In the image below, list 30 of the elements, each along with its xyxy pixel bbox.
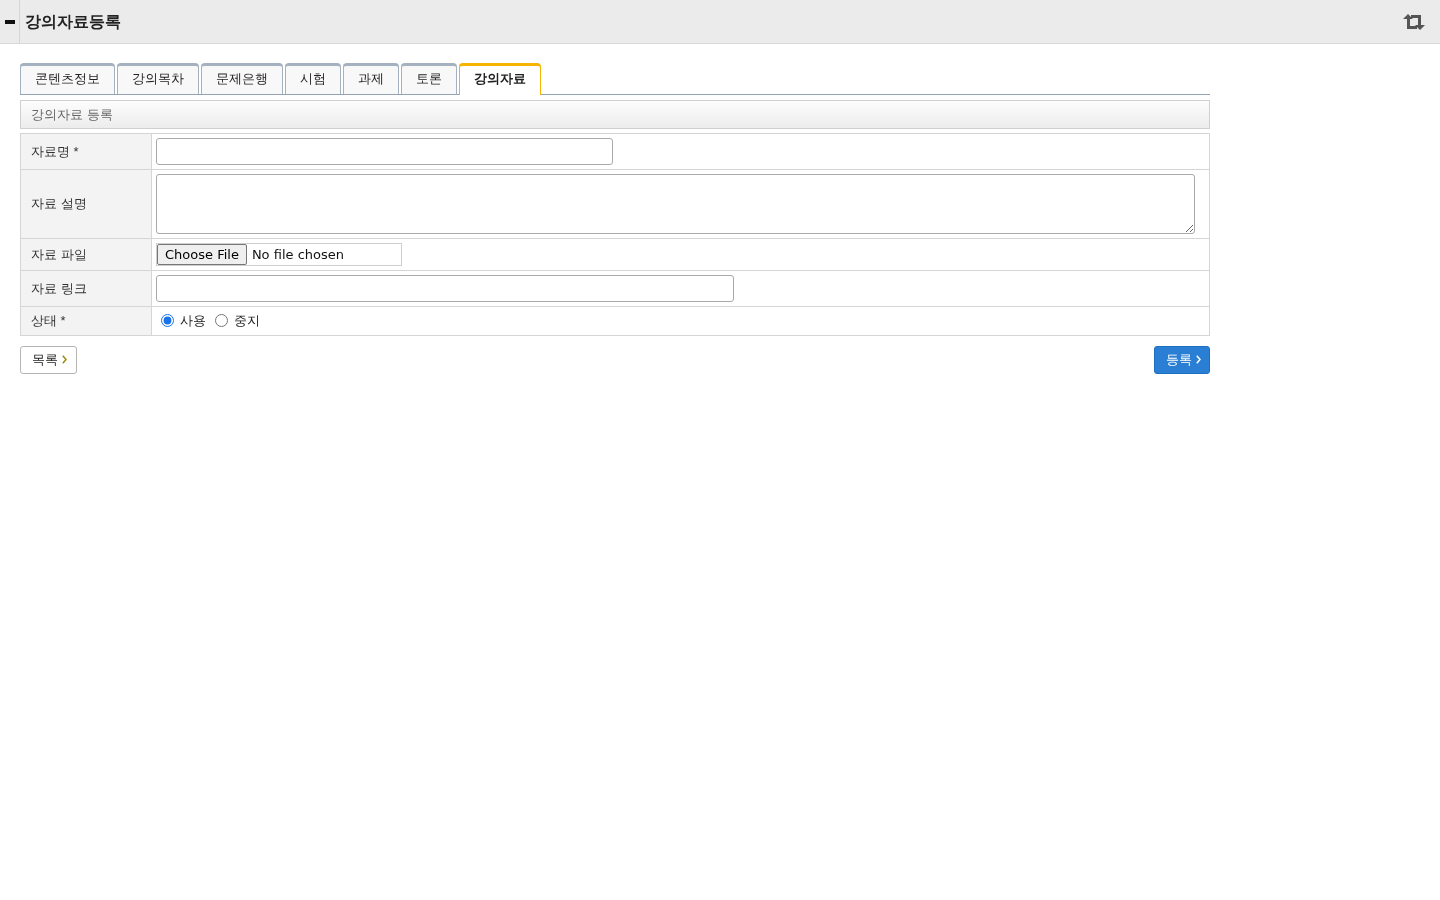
tab[interactable]: 토론 — [401, 63, 457, 94]
radio-button[interactable] — [161, 314, 174, 328]
list-button[interactable]: 목록 — [20, 345, 77, 374]
input-field[interactable] — [156, 275, 734, 302]
radio-label: 사용 — [180, 312, 206, 330]
section-header: 강의자료 등록 — [20, 100, 1210, 129]
field-label: 자료 링크 — [31, 279, 87, 298]
tab[interactable]: 시험 — [285, 63, 341, 94]
tab[interactable]: 콘텐츠정보 — [20, 63, 115, 94]
input-field[interactable] — [156, 138, 613, 165]
tab[interactable]: 강의자료 — [459, 63, 541, 95]
field-label: 자료명 * — [31, 142, 79, 161]
text-area[interactable] — [156, 174, 1195, 234]
field-label: 자료 설명 — [31, 195, 87, 214]
tab[interactable]: 과제 — [343, 63, 399, 94]
page-title: 강의자료등록 — [24, 11, 122, 32]
file-status: No file chosen — [250, 245, 344, 264]
field-label: 상태 * — [31, 312, 66, 330]
minus-icon[interactable] — [4, 19, 15, 24]
file-field[interactable]: Choose File No file chosen — [156, 243, 402, 266]
radio-button[interactable] — [215, 314, 228, 328]
chevron-right-icon — [1196, 355, 1201, 364]
repeat-arrows-icon[interactable] — [1402, 13, 1426, 30]
tab[interactable]: 강의목차 — [117, 63, 199, 94]
tab[interactable]: 문제은행 — [201, 63, 283, 94]
choose-file-button[interactable]: Choose File — [157, 244, 247, 265]
chevron-right-icon — [62, 355, 67, 364]
field-label: 자료 파일 — [31, 245, 87, 264]
radio-label: 중지 — [234, 312, 260, 330]
register-button[interactable]: 등록 — [1154, 345, 1210, 374]
